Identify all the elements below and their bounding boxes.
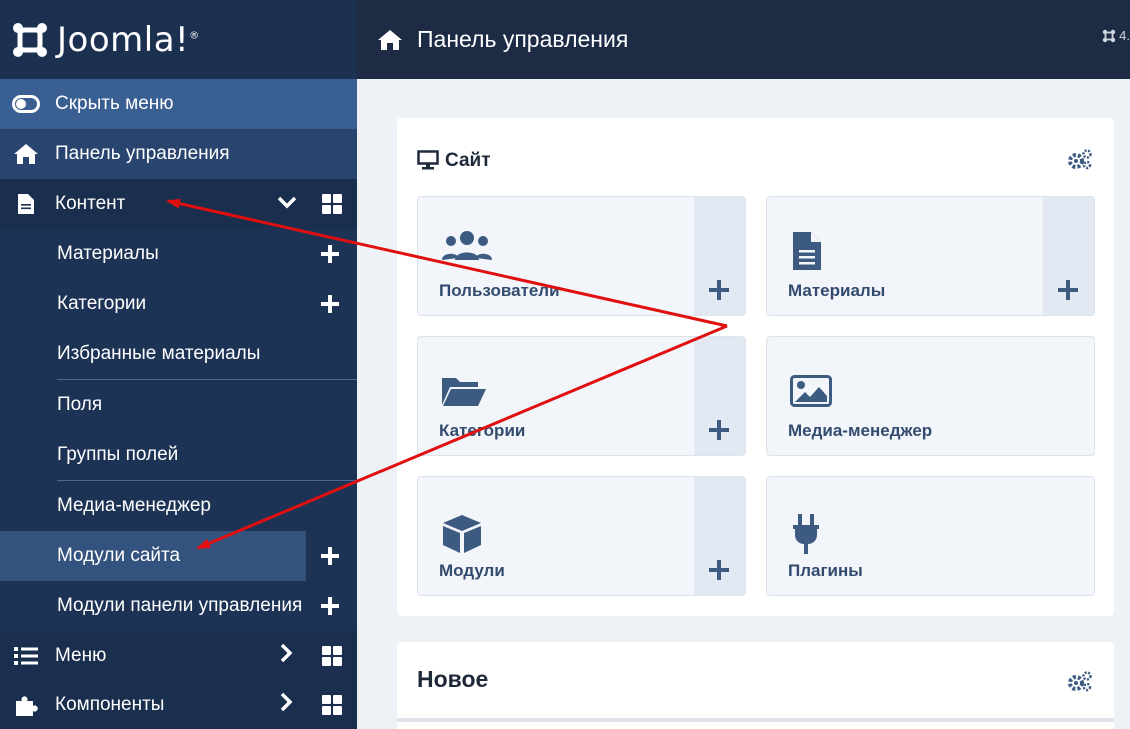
dashboard-grid-icon[interactable]: [322, 695, 342, 715]
page-title: Панель управления: [417, 26, 629, 52]
sidebar-subitem-media[interactable]: Медиа-менеджер: [0, 481, 357, 531]
toggle-icon: [12, 95, 40, 113]
dashboard-grid-icon[interactable]: [322, 194, 342, 214]
cube-icon: [443, 515, 481, 553]
file-icon: [12, 193, 40, 215]
plus-icon: [708, 419, 730, 441]
image-icon: [790, 375, 832, 407]
sidebar-item-content[interactable]: Контент: [0, 179, 357, 229]
tile-modules[interactable]: Модули: [417, 476, 746, 596]
sidebar-subitem-articles[interactable]: Материалы: [0, 229, 357, 279]
chevron-down-icon[interactable]: [277, 193, 297, 215]
plus-icon[interactable]: [319, 545, 341, 567]
sidebar-subitem-label: Модули сайта: [57, 545, 181, 566]
version-badge[interactable]: 4.: [1102, 28, 1130, 43]
sidebar-item-dashboard[interactable]: Панель управления: [0, 129, 357, 179]
plus-icon: [1057, 279, 1079, 301]
tile-users[interactable]: Пользователи: [417, 196, 746, 316]
sidebar-item-label: Панель управления: [55, 143, 230, 164]
sidebar-item-label: Контент: [55, 193, 126, 214]
sidebar-item-components[interactable]: Компоненты: [0, 681, 357, 729]
plus-icon: [708, 559, 730, 581]
puzzle-icon: [12, 693, 40, 717]
plus-icon[interactable]: [319, 243, 341, 265]
plus-icon: [708, 279, 730, 301]
tile-categories[interactable]: Категории: [417, 336, 746, 456]
joomla-icon: [13, 22, 47, 57]
home-icon: [12, 143, 40, 165]
add-module-button[interactable]: [694, 477, 745, 595]
sidebar-subitem-featured[interactable]: Избранные материалы: [0, 329, 357, 379]
dashboard-grid-icon[interactable]: [322, 646, 342, 666]
site-card: Сайт Пользователи Материалы Категории Ме…: [397, 118, 1114, 616]
sidebar-item-label: Компоненты: [55, 694, 165, 715]
sidebar-subitem-field-groups[interactable]: Группы полей: [0, 430, 357, 480]
sidebar-subitem-label: Материалы: [57, 243, 159, 264]
tile-label: Категории: [439, 421, 526, 440]
sidebar-subitem-admin-modules[interactable]: Модули панели управления: [0, 581, 357, 631]
sidebar-subitem-label: Категории: [57, 293, 147, 314]
sidebar: Joomla!® Скрыть меню Панель управления К…: [0, 0, 357, 729]
sidebar-subitem-label: Избранные материалы: [57, 343, 261, 364]
new-card: Новое: [397, 642, 1114, 729]
sidebar-subitem-label: Группы полей: [57, 444, 179, 465]
sidebar-subitem-fields[interactable]: Поля: [0, 380, 357, 430]
tile-label: Модули: [439, 561, 505, 580]
monitor-icon: [417, 150, 439, 170]
sidebar-subitem-label: Поля: [57, 394, 103, 415]
sidebar-subitem-categories[interactable]: Категории: [0, 279, 357, 329]
chevron-right-icon[interactable]: [279, 643, 293, 669]
chevron-right-icon[interactable]: [279, 692, 293, 718]
tile-articles[interactable]: Материалы: [766, 196, 1095, 316]
tile-plugins[interactable]: Плагины: [766, 476, 1095, 596]
header: Панель управления 4.: [357, 0, 1130, 79]
gears-icon[interactable]: [1067, 670, 1093, 692]
card-divider: [397, 718, 1114, 722]
version-text: 4.: [1119, 28, 1130, 43]
users-icon: [442, 231, 492, 260]
joomla-small-icon: [1102, 29, 1116, 42]
sidebar-item-menus[interactable]: Меню: [0, 631, 357, 681]
add-article-button[interactable]: [1043, 197, 1094, 315]
file-icon: [793, 232, 821, 270]
sidebar-toggle-label: Скрыть меню: [55, 93, 174, 114]
site-card-title: Сайт: [445, 150, 491, 171]
gears-icon[interactable]: [1067, 148, 1093, 170]
plug-icon: [793, 514, 819, 554]
sidebar-toggle-menu[interactable]: Скрыть меню: [0, 79, 357, 129]
logo-text: Joomla!®: [57, 19, 200, 60]
tile-label: Пользователи: [439, 281, 560, 300]
folder-open-icon: [442, 378, 486, 406]
tile-media[interactable]: Медиа-менеджер: [766, 336, 1095, 456]
sidebar-item-label: Меню: [55, 645, 107, 666]
sidebar-subitem-label: Медиа-менеджер: [57, 495, 211, 516]
plus-icon[interactable]: [319, 595, 341, 617]
sidebar-subitem-label: Модули панели управления: [57, 595, 303, 616]
home-icon: [378, 29, 402, 50]
tile-label: Медиа-менеджер: [788, 421, 933, 440]
list-icon: [12, 646, 40, 666]
tile-label: Плагины: [788, 561, 863, 580]
new-card-title: Новое: [417, 666, 489, 692]
tile-label: Материалы: [788, 281, 886, 300]
add-category-button[interactable]: [694, 337, 745, 455]
sidebar-subitem-site-modules[interactable]: Модули сайта: [0, 531, 357, 581]
joomla-logo[interactable]: Joomla!®: [0, 0, 357, 79]
plus-icon[interactable]: [319, 293, 341, 315]
add-user-button[interactable]: [694, 197, 745, 315]
